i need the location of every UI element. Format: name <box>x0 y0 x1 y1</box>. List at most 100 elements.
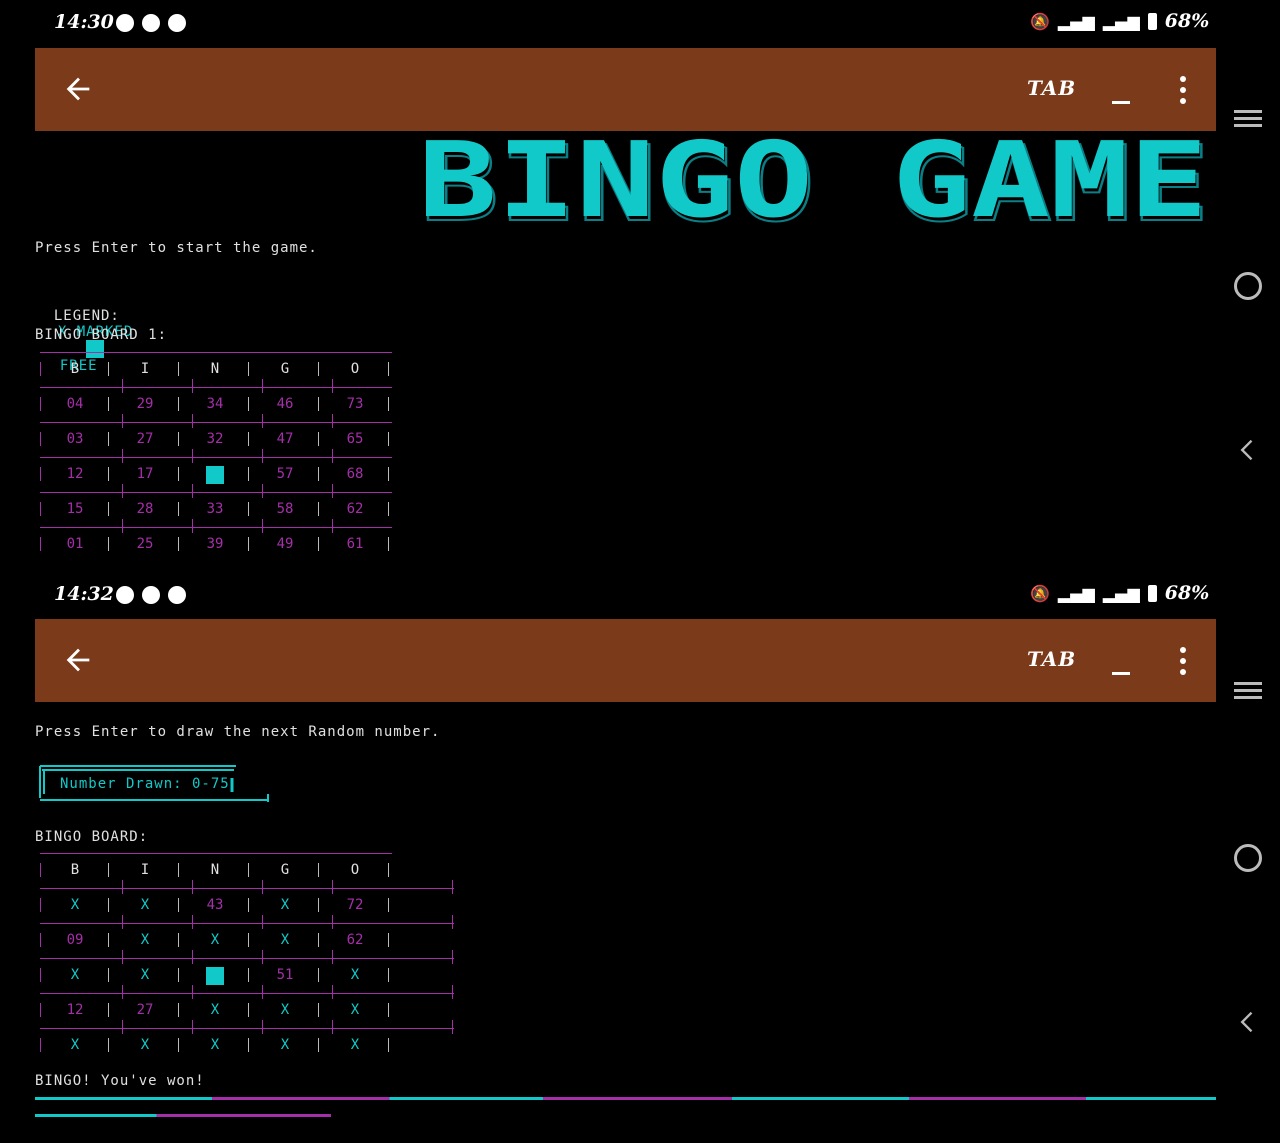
board-header-row: BINGO <box>40 853 392 888</box>
board-column-divider <box>318 432 319 446</box>
board-column-divider <box>108 898 109 912</box>
tab-button[interactable]: TAB <box>1027 647 1076 671</box>
board-column-divider <box>388 1003 389 1017</box>
board-row: XXXXX <box>40 1020 453 1063</box>
board-cell: 65 <box>346 431 364 447</box>
board-header-cell: G <box>280 862 290 878</box>
board-column-divider <box>40 432 41 446</box>
board-header-cell: N <box>210 862 220 878</box>
board-cell: X <box>210 1002 220 1018</box>
board-cross-tick <box>332 1020 333 1034</box>
board-cross-tick <box>332 880 333 894</box>
notification-icons <box>116 586 186 604</box>
board-column-divider <box>248 537 249 551</box>
board-cell: X <box>350 1037 360 1053</box>
board-cell: 15 <box>66 501 84 517</box>
board-row: 04 29 34 46 73 <box>40 379 392 422</box>
board-header-cell: I <box>140 361 150 377</box>
back-arrow-icon[interactable] <box>61 643 95 677</box>
board-column-divider <box>318 362 319 376</box>
board-cross-tick <box>122 379 123 393</box>
board-free-cell <box>180 466 250 484</box>
board-cell: 57 <box>276 466 294 482</box>
messenger-icon <box>116 586 134 604</box>
board-cross-tick <box>122 985 123 999</box>
home-circle-icon[interactable] <box>1234 272 1262 300</box>
board-column-divider <box>40 397 41 411</box>
board-column-divider <box>178 863 179 877</box>
menu-icon[interactable] <box>1234 106 1262 134</box>
mute-icon: 🔕 <box>1030 583 1050 603</box>
board-cell: 62 <box>346 501 364 517</box>
board-column-divider <box>248 1003 249 1017</box>
board-cell: X <box>280 1037 290 1053</box>
board-column-divider <box>40 968 41 982</box>
status-bar-bottom: 14:32 🔕 ▂▄▆ ▂▄▆ 68% <box>0 572 1280 618</box>
home-circle-icon[interactable] <box>1234 844 1262 872</box>
tab-button[interactable]: TAB <box>1027 76 1076 100</box>
board-header-cell: O <box>350 361 360 377</box>
board-cross-tick <box>192 519 193 533</box>
board-cell: X <box>280 897 290 913</box>
nav-back-icon[interactable] <box>1234 436 1262 464</box>
board-column-divider <box>388 502 389 516</box>
board-column-divider <box>40 933 41 947</box>
app-bar-top: TAB <box>35 48 1216 131</box>
board-cross-tick <box>262 915 263 929</box>
board-cross-tick <box>192 880 193 894</box>
board-cross-tick <box>332 519 333 533</box>
nav-back-icon[interactable] <box>1234 1008 1262 1036</box>
start-prompt: Press Enter to start the game. <box>35 240 318 256</box>
more-vert-icon[interactable] <box>1173 647 1193 675</box>
more-vert-icon[interactable] <box>1173 76 1193 104</box>
board-column-divider <box>108 467 109 481</box>
board-column-divider <box>108 1038 109 1052</box>
board-cross-tick <box>262 484 263 498</box>
board-cell: X <box>350 1002 360 1018</box>
signal-icon: ▂▄▆ <box>1102 583 1140 603</box>
board-title: BINGO BOARD 1: <box>35 327 168 343</box>
board-column-divider <box>248 362 249 376</box>
board-cell: 28 <box>136 501 154 517</box>
board-column-divider <box>108 502 109 516</box>
board-cell: 49 <box>276 536 294 552</box>
board-cross-tick <box>332 950 333 964</box>
board-column-divider <box>388 467 389 481</box>
board-cross-tick <box>192 449 193 463</box>
board-free-cell <box>180 967 250 985</box>
board-column-divider <box>248 502 249 516</box>
signal-icon: ▂▄▆ <box>1057 11 1095 31</box>
board-cell: X <box>140 897 150 913</box>
board-cross-tick <box>332 484 333 498</box>
board-cross-tick <box>192 915 193 929</box>
menu-icon[interactable] <box>1234 678 1262 706</box>
board-header-cell: I <box>140 862 150 878</box>
battery-percent: 68% <box>1164 582 1210 604</box>
board-cell: 58 <box>276 501 294 517</box>
board-cell: 29 <box>136 396 154 412</box>
board-header-cell: O <box>350 862 360 878</box>
board-cell: X <box>140 932 150 948</box>
board-cross-tick <box>332 414 333 428</box>
signal-icon: ▂▄▆ <box>1057 583 1095 603</box>
board-cell: 34 <box>206 396 224 412</box>
number-drawn-text: Number Drawn: 0-75 <box>60 776 230 792</box>
minimize-icon[interactable] <box>1111 78 1131 104</box>
board-cross-tick <box>192 379 193 393</box>
board-column-divider <box>40 537 41 551</box>
board-cross-tick <box>122 414 123 428</box>
minimize-icon[interactable] <box>1111 649 1131 675</box>
notification-icons <box>116 14 186 32</box>
board-right-edge <box>452 1020 453 1034</box>
board-column-divider <box>40 467 41 481</box>
board-column-divider <box>108 933 109 947</box>
board-column-divider <box>248 863 249 877</box>
win-message: BINGO! You've won! <box>35 1073 205 1089</box>
board-row: 09 X X X 62 <box>40 915 453 958</box>
board-column-divider <box>248 933 249 947</box>
back-arrow-icon[interactable] <box>61 72 95 106</box>
board-column-divider <box>178 1003 179 1017</box>
board-column-divider <box>178 467 179 481</box>
board-column-divider <box>388 432 389 446</box>
board-cell: 32 <box>206 431 224 447</box>
